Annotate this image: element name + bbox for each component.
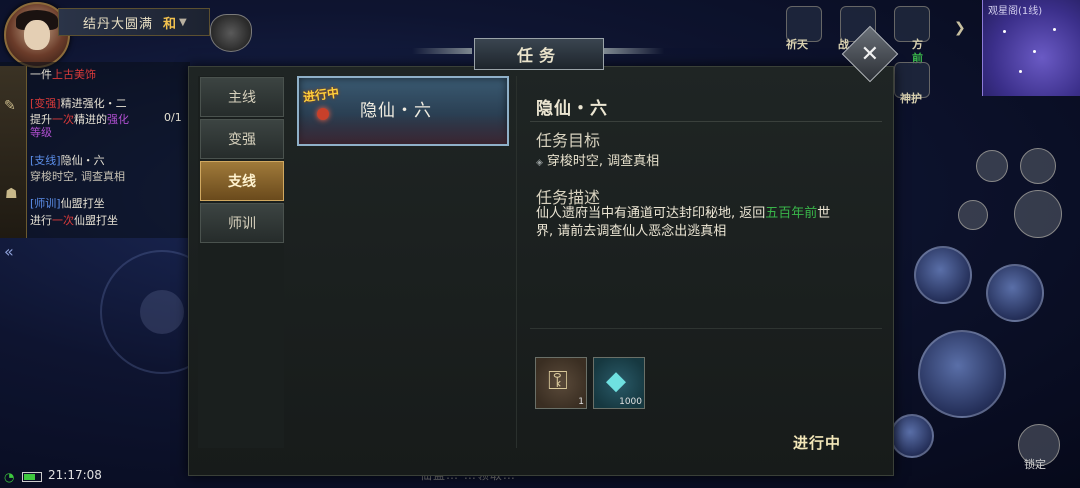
quest-progress: 0/1 <box>164 111 182 124</box>
tracker-text: 进行 <box>30 214 52 227</box>
chevron-right-icon[interactable]: ❯ <box>954 20 966 36</box>
title-ornament <box>604 48 664 54</box>
objective-line: ◈ 穿梭时空, 调查真相 <box>536 150 659 169</box>
quest-detail-title: 隐仙・六 <box>536 99 608 119</box>
objective-label: 任务目标 <box>536 131 601 150</box>
quest-status-text: 进行中 <box>793 434 842 452</box>
tracker-line[interactable]: 一件上古美饰 <box>30 66 96 82</box>
crystal-icon: ◆ <box>606 366 626 396</box>
player-realm-title: 结丹大圆满 <box>83 16 154 32</box>
collapse-arrow-icon[interactable]: « <box>4 242 14 261</box>
tracker-quest-side[interactable]: [支线]隐仙・六 <box>30 152 105 168</box>
chevron-down-icon[interactable]: ▼ <box>179 17 187 28</box>
tab-main[interactable]: 主线 <box>200 77 284 117</box>
quest-title: 仙盟打坐 <box>60 197 105 210</box>
description-highlight: 五百年前 <box>765 206 818 221</box>
player-mode-tag: 和 <box>163 16 177 32</box>
dialog-title-plate: 任务 <box>474 38 604 70</box>
dialog-title: 任务 <box>516 46 561 65</box>
map-star <box>1033 50 1036 53</box>
minimap-location: 观星阁(1线) <box>988 6 1043 17</box>
joystick-knob[interactable] <box>140 290 184 334</box>
quest-title: 隐仙・六 <box>60 154 105 167</box>
skill-button[interactable] <box>890 414 934 458</box>
tracker-highlight: 强化 <box>107 113 129 126</box>
lock-label: 锁定 <box>1024 458 1046 471</box>
tracker-side-tab[interactable]: ✎ ☗ <box>0 66 27 238</box>
tracker-highlight: 一次 <box>52 214 74 227</box>
description-text: 仙人遗府当中有通道可达封印秘地, 返回 <box>536 206 766 221</box>
lantern-icon <box>317 108 329 120</box>
tracker-highlight: 上古美饰 <box>52 68 96 81</box>
map-star <box>1053 28 1056 31</box>
close-icon: ✕ <box>860 41 880 67</box>
reward-count: 1 <box>578 397 584 407</box>
objective-text: 穿梭时空, 调查真相 <box>546 154 660 169</box>
system-clock: 21:17:08 <box>48 468 102 482</box>
skill-button[interactable] <box>914 246 972 304</box>
tracker-text: 穿梭时空, 调查真相 <box>30 170 125 183</box>
quest-card-name: 隐仙・六 <box>360 101 432 121</box>
reward-item[interactable]: ⚿ 1 <box>535 357 587 409</box>
quest-category-tag: [师训] <box>30 197 61 210</box>
battery-icon <box>22 472 42 482</box>
attack-button[interactable] <box>918 330 1006 418</box>
guardian-label: 神护 <box>900 92 922 105</box>
tab-strengthen[interactable]: 变强 <box>200 119 284 159</box>
arrow-left-icon[interactable] <box>958 200 988 230</box>
skull-emblem-icon[interactable] <box>210 14 252 52</box>
tracker-text: 仙盟打坐 <box>74 214 118 227</box>
skill-button[interactable] <box>986 264 1044 322</box>
player-info-bar[interactable]: 结丹大圆满 和 ▼ <box>58 8 210 36</box>
team-icon[interactable]: ☗ <box>5 186 18 202</box>
tracker-text: 精进的 <box>74 113 107 126</box>
tab-side[interactable]: 支线 <box>200 161 284 201</box>
diamond-bullet-icon: ◈ <box>536 158 543 168</box>
quest-scroll-icon[interactable]: ✎ <box>4 98 16 114</box>
tracker-quest-mentor[interactable]: [师训]仙盟打坐 <box>30 195 105 211</box>
divider <box>530 121 882 122</box>
avatar-face <box>24 20 50 50</box>
forbidden-icon[interactable] <box>1014 190 1062 238</box>
reward-item[interactable]: ◆ 1000 <box>593 357 645 409</box>
map-star <box>1019 70 1022 73</box>
wifi-icon: ◔ <box>4 470 15 484</box>
eye-icon[interactable] <box>1020 148 1056 184</box>
tracker-text: 一件 <box>30 68 52 81</box>
tracker-highlight: 一次 <box>52 113 74 126</box>
map-star <box>1003 30 1006 33</box>
panel-divider <box>516 76 517 448</box>
tracker-highlight: 等级 <box>30 126 52 139</box>
quest-description: 仙人遗府当中有通道可达封印秘地, 返回五百年前世界, 请前去调查仙人恶念出逃真相 <box>536 205 836 241</box>
quest-category-tag: [变强] <box>30 97 61 110</box>
divider <box>530 328 882 329</box>
tab-mentor[interactable]: 师训 <box>200 203 284 243</box>
bag-icon[interactable] <box>976 150 1008 182</box>
token-icon: ⚿ <box>548 366 568 396</box>
tracker-line[interactable]: 进行一次仙盟打坐 <box>30 212 118 228</box>
title-ornament <box>412 48 472 54</box>
tracker-quest-enhance[interactable]: [变强]精进强化・二 <box>30 95 127 111</box>
quest-title: 精进强化・二 <box>60 97 127 110</box>
quest-category-tag: [支线] <box>30 154 61 167</box>
pray-label: 祈天 <box>786 38 808 51</box>
reward-count: 1000 <box>619 397 642 407</box>
